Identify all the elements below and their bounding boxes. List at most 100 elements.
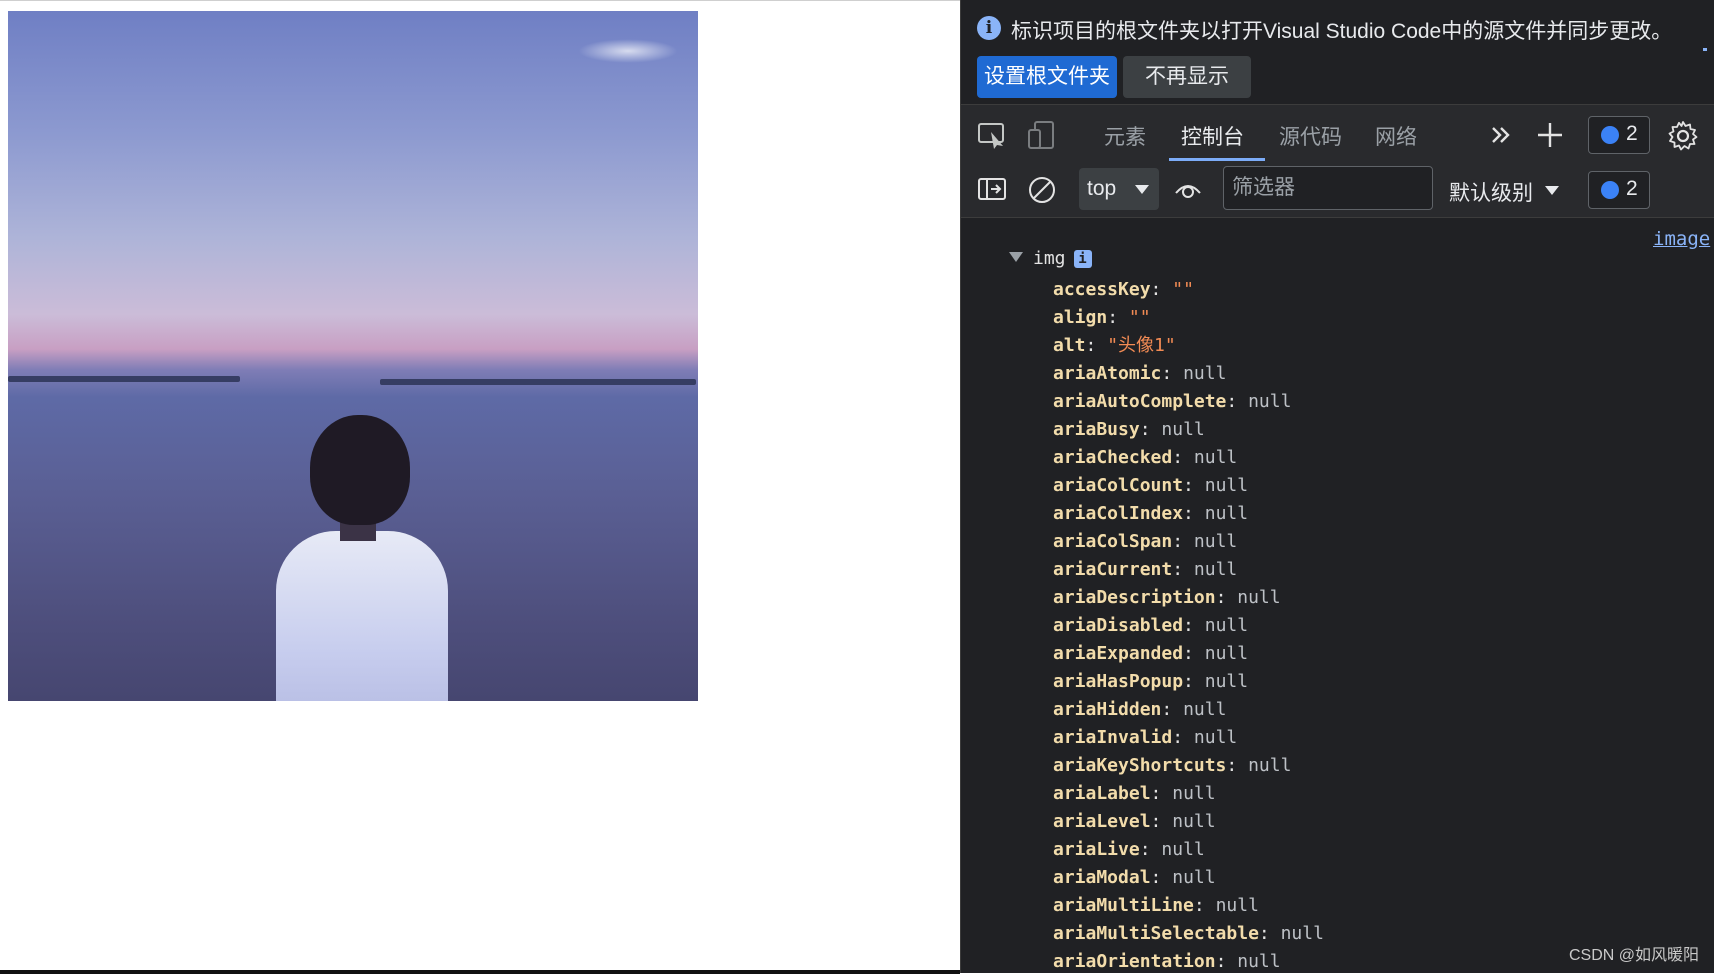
- property-colon: :: [1183, 503, 1205, 524]
- property-row[interactable]: ariaModal: null: [1053, 864, 1324, 892]
- tab-elements[interactable]: 元素: [1104, 121, 1146, 151]
- property-value: null: [1204, 671, 1249, 692]
- log-level-dropdown[interactable]: 默认级别: [1449, 177, 1533, 207]
- property-value: null: [1280, 923, 1324, 944]
- property-row[interactable]: ariaHidden: null: [1053, 696, 1324, 724]
- property-key: ariaHasPopup: [1053, 671, 1184, 692]
- set-root-folder-button[interactable]: 设置根文件夹: [977, 56, 1117, 98]
- property-value: null: [1248, 391, 1292, 412]
- property-row[interactable]: ariaHasPopup: null: [1053, 668, 1324, 696]
- property-key: ariaColCount: [1053, 475, 1184, 496]
- property-row[interactable]: ariaColCount: null: [1053, 472, 1324, 500]
- property-key: ariaColSpan: [1053, 531, 1173, 552]
- tab-sources[interactable]: 源代码: [1279, 121, 1342, 151]
- property-value: null: [1204, 615, 1249, 636]
- property-row[interactable]: ariaDisabled: null: [1053, 612, 1324, 640]
- property-key: ariaKeyShortcuts: [1053, 755, 1227, 776]
- property-row[interactable]: ariaExpanded: null: [1053, 640, 1324, 668]
- property-row[interactable]: ariaChecked: null: [1053, 444, 1324, 472]
- property-key: ariaLive: [1053, 839, 1140, 860]
- property-key: ariaHidden: [1053, 699, 1162, 720]
- property-colon: :: [1172, 531, 1194, 552]
- property-colon: :: [1226, 755, 1249, 776]
- property-value: null: [1237, 951, 1281, 972]
- property-colon: :: [1258, 923, 1281, 944]
- infobar-close-link[interactable]: [1703, 48, 1707, 51]
- object-header[interactable]: img i: [1009, 248, 1092, 269]
- level-chevron-down-icon[interactable]: [1545, 186, 1559, 195]
- property-row[interactable]: ariaColSpan: null: [1053, 528, 1324, 556]
- property-value: null: [1193, 727, 1238, 748]
- expand-triangle-icon[interactable]: [1009, 252, 1023, 262]
- property-row[interactable]: ariaLive: null: [1053, 836, 1324, 864]
- property-colon: :: [1183, 615, 1205, 636]
- settings-icon[interactable]: [1667, 120, 1698, 151]
- property-value: "头像1": [1107, 335, 1176, 356]
- property-row[interactable]: ariaCurrent: null: [1053, 556, 1324, 584]
- property-row[interactable]: ariaLabel: null: [1053, 780, 1324, 808]
- dont-show-again-button[interactable]: 不再显示: [1123, 56, 1251, 98]
- property-key: ariaModal: [1053, 867, 1151, 888]
- property-row[interactable]: ariaInvalid: null: [1053, 724, 1324, 752]
- property-key: accessKey: [1053, 279, 1151, 300]
- property-list: accessKey: "" align: "" alt: "头像1" ariaAtom…: [1053, 276, 1324, 973]
- object-info-badge[interactable]: i: [1073, 250, 1092, 268]
- property-row[interactable]: ariaLevel: null: [1053, 808, 1324, 836]
- image-island-left: [8, 376, 240, 382]
- issues-count: 2: [1626, 177, 1638, 200]
- more-tabs-icon[interactable]: [1487, 120, 1517, 150]
- issues-icon: [1601, 126, 1619, 144]
- infobar-message: 标识项目的根文件夹以打开Visual Studio Code中的源文件并同步更改…: [1011, 20, 1673, 43]
- tab-console[interactable]: 控制台: [1181, 121, 1244, 151]
- property-value: null: [1183, 363, 1227, 384]
- property-row[interactable]: accessKey: "": [1053, 276, 1324, 304]
- property-row[interactable]: ariaAutoComplete: null: [1053, 388, 1324, 416]
- property-value: null: [1183, 699, 1227, 720]
- device-toolbar-icon[interactable]: [1027, 120, 1057, 150]
- property-key: ariaColIndex: [1053, 503, 1184, 524]
- issues-count: 2: [1626, 122, 1638, 145]
- property-key: alt: [1053, 335, 1086, 356]
- filter-input[interactable]: [1223, 166, 1433, 210]
- property-row[interactable]: ariaDescription: null: [1053, 584, 1324, 612]
- property-row[interactable]: ariaKeyShortcuts: null: [1053, 752, 1324, 780]
- active-tab-indicator: [1169, 158, 1265, 161]
- property-row[interactable]: ariaMultiSelectable: null: [1053, 920, 1324, 948]
- page-bottom-edge: [0, 970, 960, 974]
- property-key: ariaChecked: [1053, 447, 1173, 468]
- property-row[interactable]: ariaColIndex: null: [1053, 500, 1324, 528]
- issues-badge-filter[interactable]: 2: [1588, 171, 1650, 209]
- property-colon: :: [1226, 391, 1249, 412]
- context-selector[interactable]: top: [1079, 168, 1159, 210]
- property-colon: :: [1150, 279, 1173, 300]
- property-colon: :: [1172, 447, 1194, 468]
- property-row[interactable]: ariaOrientation: null: [1053, 948, 1324, 973]
- property-row[interactable]: ariaAtomic: null: [1053, 360, 1324, 388]
- tab-network[interactable]: 网络: [1375, 121, 1417, 151]
- log-level-label: 默认级别: [1449, 182, 1533, 205]
- property-row[interactable]: ariaMultiLine: null: [1053, 892, 1324, 920]
- issues-badge-toolbar[interactable]: 2: [1588, 116, 1650, 154]
- property-row[interactable]: alt: "头像1": [1053, 332, 1324, 360]
- property-value: null: [1215, 895, 1259, 916]
- property-colon: :: [1150, 811, 1173, 832]
- property-value: null: [1172, 811, 1216, 832]
- console-output: image img i accessKey: "" align: "" alt: "头…: [961, 218, 1714, 973]
- clear-console-icon[interactable]: [1027, 175, 1057, 205]
- property-key: ariaOrientation: [1053, 951, 1216, 972]
- add-tab-icon[interactable]: [1535, 120, 1565, 150]
- property-value: null: [1193, 447, 1238, 468]
- image-figure-shirt: [276, 531, 448, 701]
- property-key: ariaExpanded: [1053, 643, 1184, 664]
- property-value: null: [1161, 419, 1205, 440]
- property-key: ariaBusy: [1053, 419, 1140, 440]
- inspect-element-icon[interactable]: [977, 120, 1007, 150]
- property-row[interactable]: align: "": [1053, 304, 1324, 332]
- source-link[interactable]: image: [1653, 228, 1710, 250]
- property-colon: :: [1215, 951, 1238, 972]
- object-label: img: [1033, 248, 1066, 269]
- sidebar-toggle-icon[interactable]: [977, 175, 1007, 205]
- property-value: null: [1204, 643, 1249, 664]
- live-expression-eye-icon[interactable]: [1173, 175, 1203, 205]
- property-row[interactable]: ariaBusy: null: [1053, 416, 1324, 444]
